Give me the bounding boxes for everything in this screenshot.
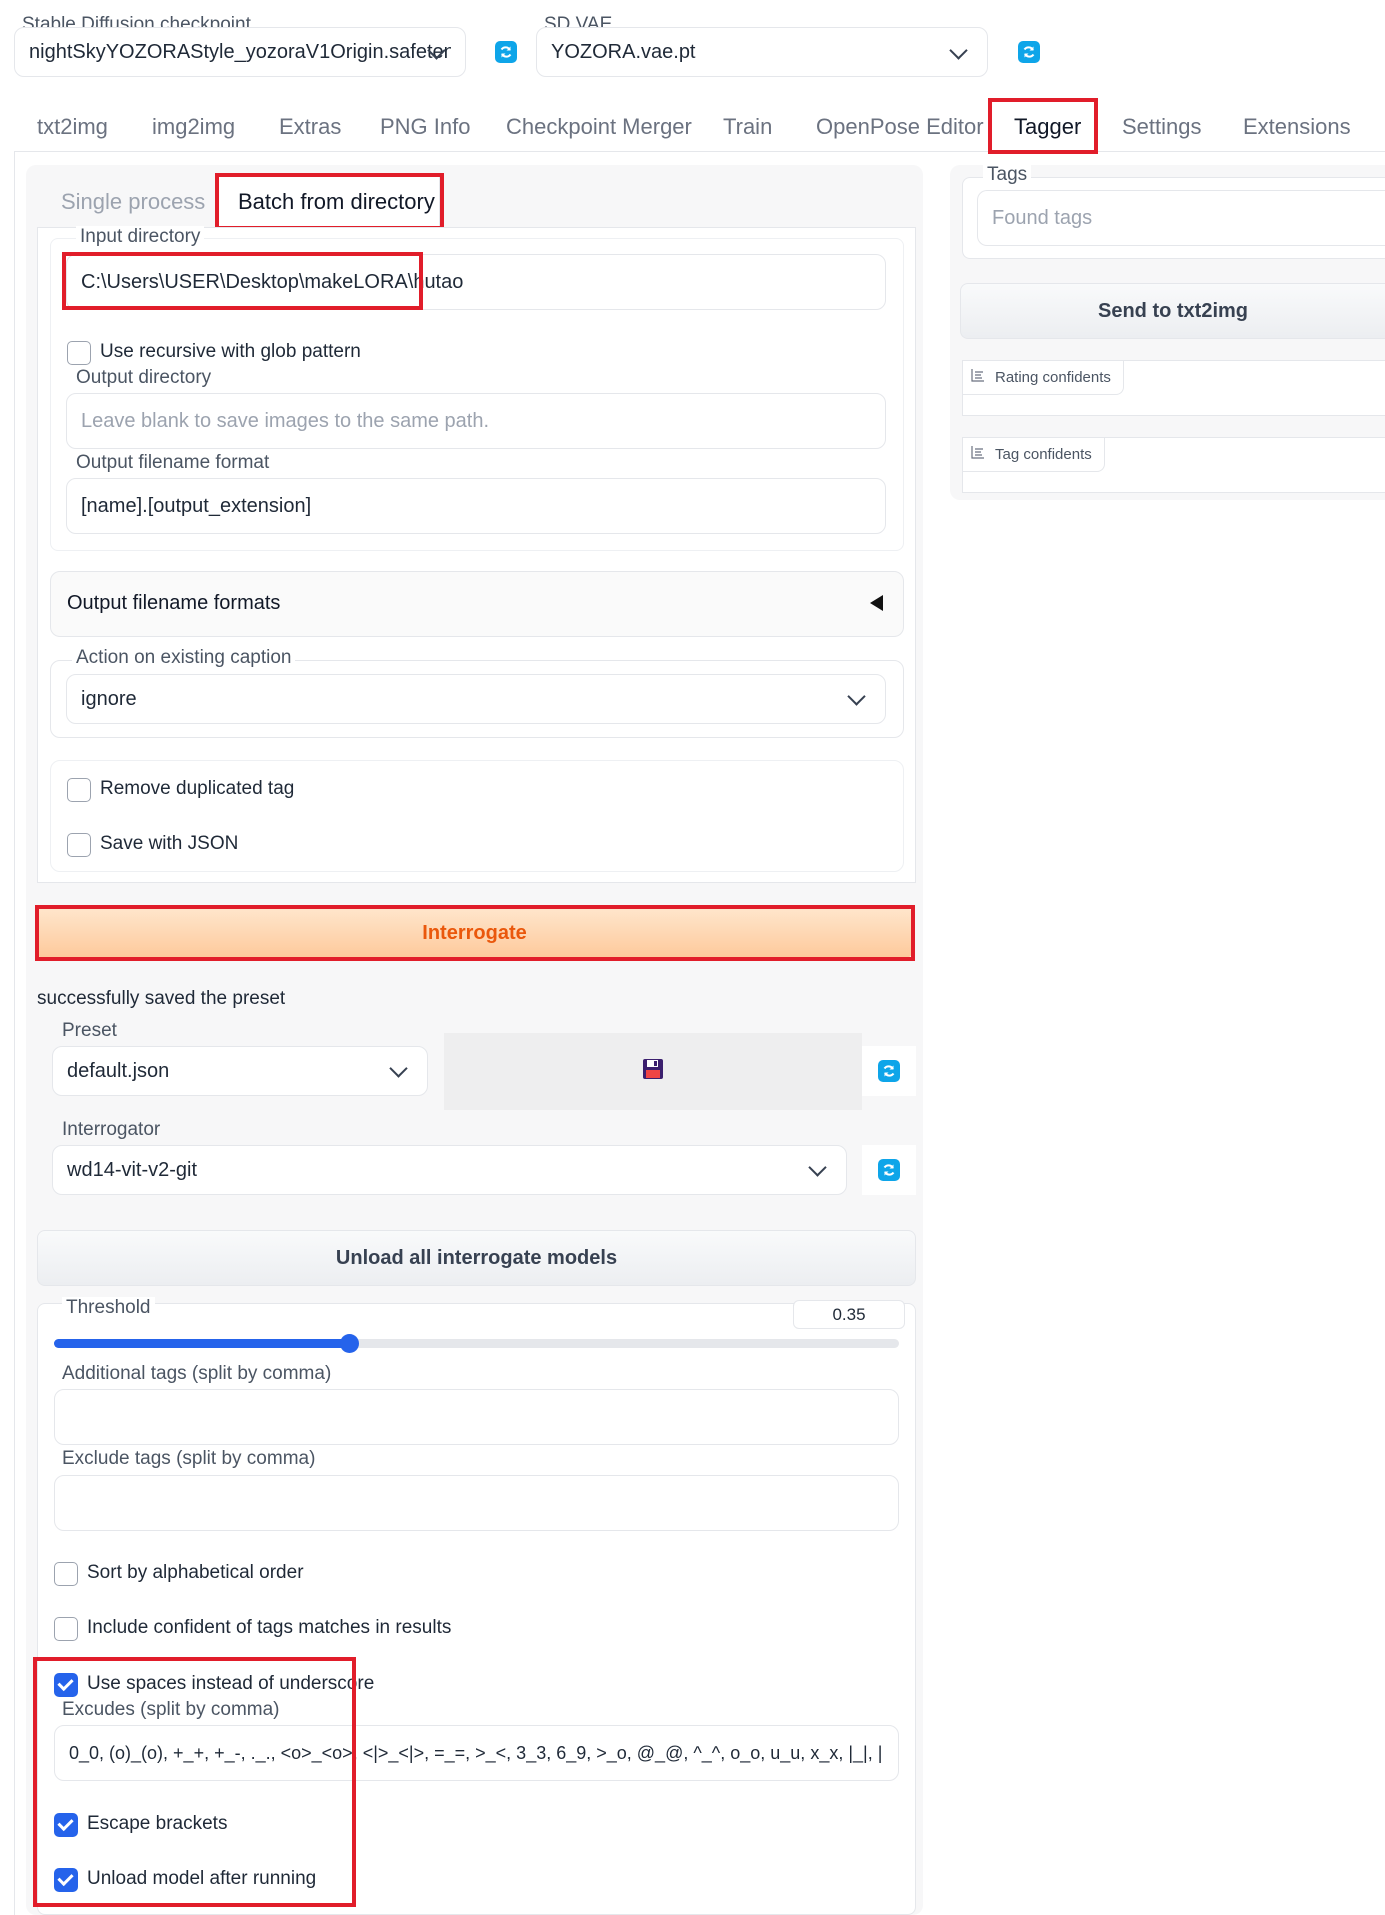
floppy-disk-icon — [642, 1058, 664, 1085]
tab-checkpoint-merger[interactable]: Checkpoint Merger — [506, 114, 692, 140]
threshold-slider-thumb[interactable] — [339, 1334, 359, 1353]
rating-confidents-tab: Rating confidents — [963, 361, 1124, 395]
rating-confidents-panel: Rating confidents — [962, 360, 1385, 416]
output-directory-field[interactable]: Leave blank to save images to the same p… — [66, 393, 886, 449]
interrogator-value: wd14-vit-v2-git — [67, 1158, 198, 1181]
interrogate-highlight — [35, 905, 915, 961]
threshold-slider-fill — [54, 1339, 350, 1348]
options-group — [50, 760, 904, 872]
refresh-icon — [878, 1159, 900, 1181]
tab-extras[interactable]: Extras — [279, 114, 341, 140]
status-text: successfully saved the preset — [37, 988, 286, 1009]
tab-settings[interactable]: Settings — [1122, 114, 1202, 140]
checkpoint-refresh-button[interactable] — [478, 27, 534, 77]
send-to-txt2img-label: Send to txt2img — [1097, 299, 1248, 322]
include-confident-label: Include confident of tags matches in res… — [87, 1617, 452, 1638]
output-directory-placeholder: Leave blank to save images to the same p… — [81, 409, 490, 432]
chevron-down-icon — [389, 1059, 408, 1078]
rating-confidents-label: Rating confidents — [995, 369, 1111, 386]
vae-refresh-button[interactable] — [1001, 27, 1057, 77]
tag-confidents-label: Tag confidents — [995, 446, 1092, 463]
preset-label: Preset — [62, 1020, 117, 1041]
save-json-checkbox[interactable] — [67, 833, 91, 857]
threshold-value: 0.35 — [832, 1304, 866, 1324]
additional-tags-label: Additional tags (split by comma) — [62, 1363, 332, 1384]
recursive-label: Use recursive with glob pattern — [100, 341, 361, 362]
tab-divider — [14, 151, 991, 152]
preset-value: default.json — [67, 1059, 170, 1082]
vae-select[interactable]: YOZORA.vae.pt — [536, 27, 988, 77]
interrogator-refresh-button[interactable] — [862, 1145, 916, 1195]
tab-png-info[interactable]: PNG Info — [380, 114, 470, 140]
threshold-number-input[interactable]: 0.35 — [793, 1300, 905, 1329]
tags-output-field[interactable]: Found tags — [977, 190, 1385, 246]
tag-confidents-tab: Tag confidents — [963, 438, 1105, 472]
checkpoint-value: nightSkyYOZORAStyle_yozoraV1Origin.safet… — [29, 40, 451, 63]
recursive-checkbox[interactable] — [67, 341, 91, 365]
additional-tags-field[interactable] — [54, 1389, 899, 1445]
threshold-slider[interactable] — [54, 1334, 899, 1353]
unload-all-button[interactable]: Unload all interrogate models — [37, 1230, 916, 1286]
output-directory-label: Output directory — [76, 367, 212, 388]
save-preset-button[interactable] — [444, 1033, 862, 1110]
include-confident-checkbox[interactable] — [54, 1617, 78, 1641]
tags-label: Tags — [983, 164, 1032, 186]
sort-alphabetical-label: Sort by alphabetical order — [87, 1562, 304, 1583]
preset-refresh-button[interactable] — [862, 1046, 916, 1096]
chevron-down-icon — [847, 687, 866, 706]
batch-subtab-highlight — [215, 173, 444, 230]
checkpoint-select[interactable]: nightSkyYOZORAStyle_yozoraV1Origin.safet… — [14, 27, 466, 77]
subtab-single-process[interactable]: Single process — [61, 189, 205, 215]
tab-txt2img[interactable]: txt2img — [37, 114, 108, 140]
sort-alphabetical-checkbox[interactable] — [54, 1562, 78, 1586]
action-value: ignore — [81, 687, 137, 710]
remove-duplicated-label: Remove duplicated tag — [100, 778, 295, 799]
remove-duplicated-checkbox[interactable] — [67, 778, 91, 802]
input-directory-highlight — [62, 252, 423, 310]
bar-chart-icon — [971, 445, 985, 464]
options-highlight — [33, 1657, 356, 1907]
action-label: Action on existing caption — [72, 647, 296, 669]
refresh-icon — [495, 41, 517, 63]
output-format-value: [name].[output_extension] — [81, 494, 312, 517]
exclude-tags-field[interactable] — [54, 1475, 899, 1531]
panel-border — [14, 152, 15, 1915]
tab-img2img[interactable]: img2img — [152, 114, 235, 140]
interrogator-label: Interrogator — [62, 1119, 161, 1140]
tab-openpose-editor[interactable]: OpenPose Editor — [816, 114, 984, 140]
refresh-icon — [878, 1060, 900, 1082]
send-to-txt2img-button[interactable]: Send to txt2img — [960, 283, 1385, 339]
save-json-label: Save with JSON — [100, 833, 239, 854]
output-formats-title: Output filename formats — [67, 592, 281, 614]
tab-divider — [1096, 151, 1385, 152]
action-select[interactable]: ignore — [66, 674, 886, 724]
tag-confidents-panel: Tag confidents — [962, 437, 1385, 493]
unload-all-label: Unload all interrogate models — [335, 1246, 618, 1269]
output-format-field[interactable]: [name].[output_extension] — [66, 478, 886, 534]
interrogator-select[interactable]: wd14-vit-v2-git — [52, 1145, 847, 1195]
input-directory-label: Input directory — [76, 226, 205, 248]
output-format-label: Output filename format — [76, 452, 270, 473]
vae-value: YOZORA.vae.pt — [551, 40, 696, 63]
chevron-down-icon — [949, 41, 968, 60]
exclude-tags-label: Exclude tags (split by comma) — [62, 1448, 316, 1469]
tagger-tab-highlight — [988, 98, 1098, 154]
tab-extensions[interactable]: Extensions — [1243, 114, 1351, 140]
main-tab-bar: txt2img img2img Extras PNG Info Checkpoi… — [0, 100, 1385, 152]
refresh-icon — [1018, 41, 1040, 63]
tab-train[interactable]: Train — [723, 114, 772, 140]
output-formats-accordion[interactable]: Output filename formats — [50, 571, 904, 637]
chevron-down-icon — [808, 1158, 827, 1177]
tags-placeholder: Found tags — [992, 206, 1093, 229]
bar-chart-icon — [971, 368, 985, 387]
triangle-left-icon — [870, 595, 883, 611]
threshold-label: Threshold — [62, 1297, 155, 1319]
preset-select[interactable]: default.json — [52, 1046, 428, 1096]
